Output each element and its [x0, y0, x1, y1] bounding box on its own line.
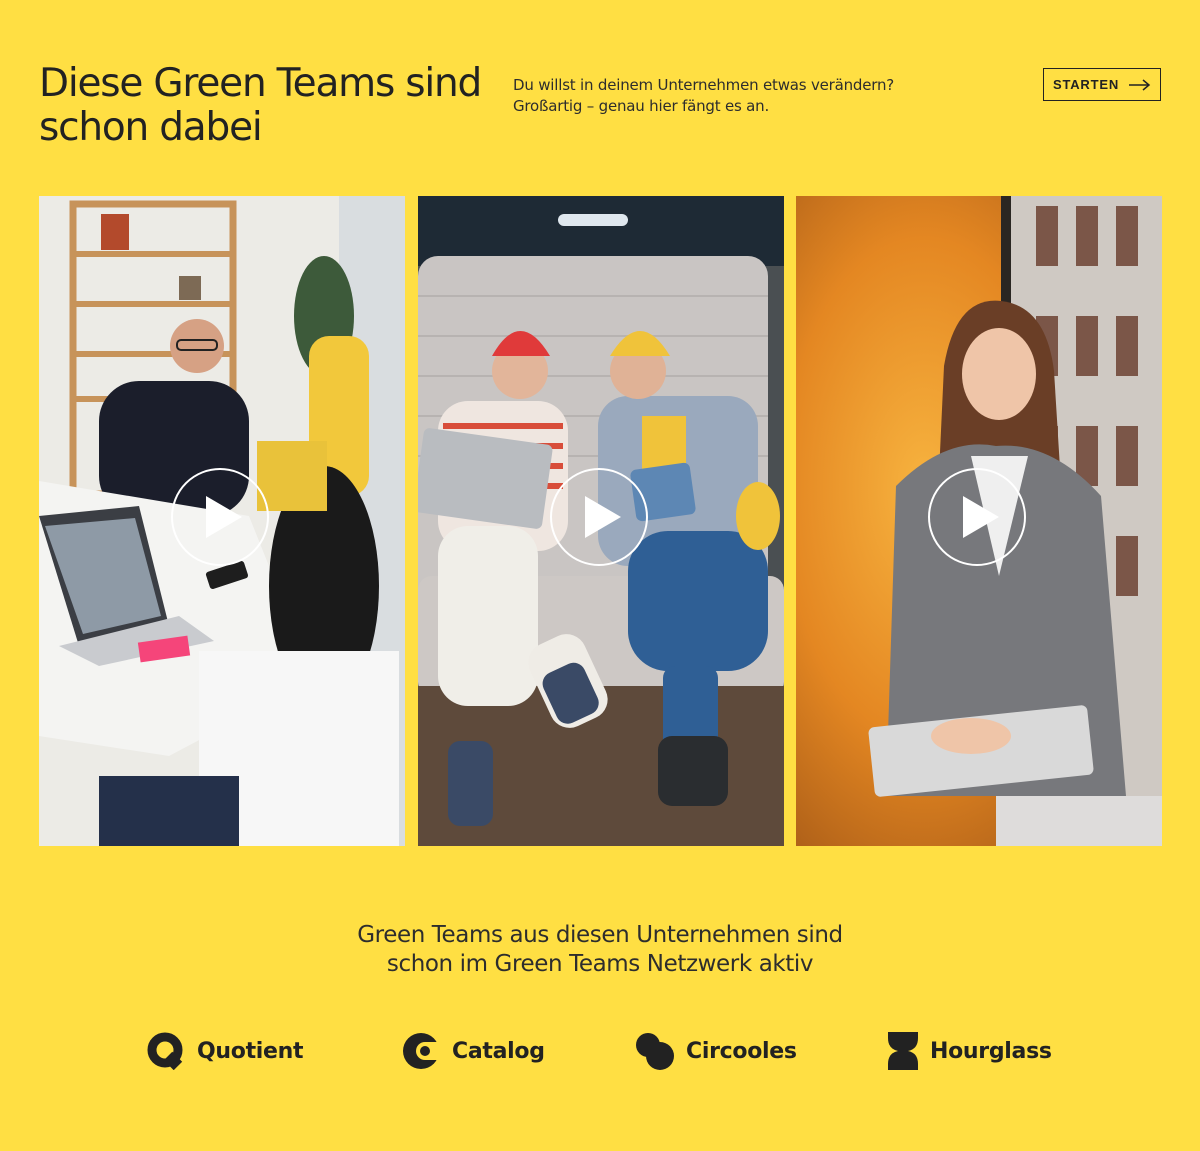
page-title: Diese Green Teams sind schon dabei	[39, 62, 489, 150]
intro-line1: Du willst in deinem Unternehmen etwas ve…	[513, 76, 895, 94]
start-button[interactable]: STARTEN	[1043, 68, 1161, 101]
catalog-logo-icon	[403, 1033, 442, 1069]
partner-logo-hourglass[interactable]: Hourglass	[886, 1030, 1052, 1072]
partner-name-circooles: Circooles	[686, 1038, 797, 1064]
hourglass-logo-icon	[888, 1032, 918, 1070]
video-card-2[interactable]	[418, 196, 784, 846]
start-button-label: STARTEN	[1052, 77, 1120, 92]
arrow-right-icon	[1129, 78, 1151, 91]
play-icon	[206, 496, 242, 538]
circooles-logo-icon	[636, 1033, 674, 1070]
page-title-line1: Diese Green Teams sind	[39, 61, 482, 106]
play-button-3[interactable]	[928, 468, 1026, 566]
play-icon	[963, 496, 999, 538]
partner-name-quotient: Quotient	[197, 1038, 304, 1064]
network-line1: Green Teams aus diesen Unternehmen sind	[357, 922, 843, 948]
partner-name-catalog: Catalog	[452, 1038, 545, 1064]
video-card-1[interactable]	[39, 196, 405, 846]
play-icon	[585, 496, 621, 538]
partner-logo-quotient[interactable]: Quotient	[147, 1030, 304, 1072]
intro-line2: Großartig – genau hier fängt es an.	[513, 97, 770, 115]
play-button-1[interactable]	[171, 468, 269, 566]
network-text: Green Teams aus diesen Unternehmen sind …	[0, 921, 1200, 979]
network-line2: schon im Green Teams Netzwerk aktiv	[386, 951, 814, 977]
page-title-line2: schon dabei	[39, 105, 263, 150]
video-card-3[interactable]	[796, 196, 1162, 846]
intro-text: Du willst in deinem Unternehmen etwas ve…	[513, 75, 953, 117]
quotient-logo-icon	[147, 1032, 183, 1070]
partner-logo-catalog[interactable]: Catalog	[402, 1030, 545, 1072]
partner-logo-circooles[interactable]: Circooles	[634, 1030, 797, 1072]
partner-name-hourglass: Hourglass	[930, 1038, 1052, 1064]
play-button-2[interactable]	[550, 468, 648, 566]
